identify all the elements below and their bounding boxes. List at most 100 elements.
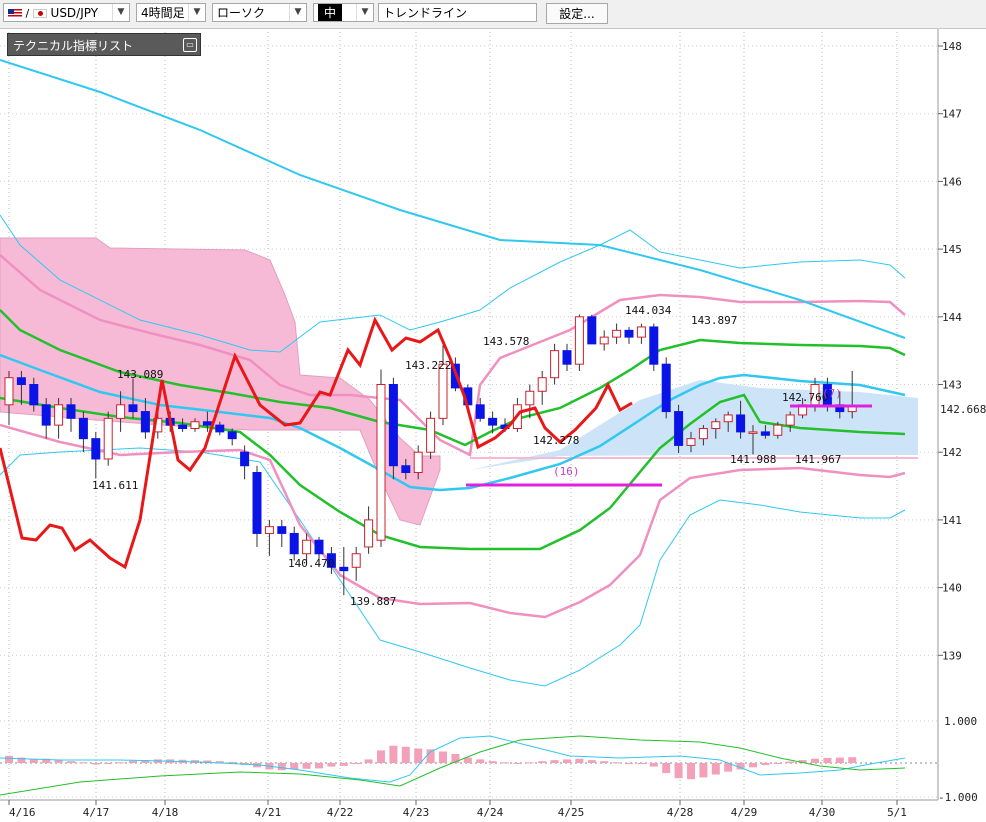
candle-bull: [574, 316, 584, 365]
macd-histogram-bar: [302, 763, 311, 769]
timeframe-select[interactable]: 4時間足 ▼: [136, 3, 206, 22]
macd-histogram-bar: [773, 763, 782, 764]
macd-histogram-bar: [104, 763, 113, 764]
line-width-select[interactable]: 中 ▼: [313, 3, 374, 22]
macd-histogram-bar: [488, 761, 497, 763]
candle-bull: [686, 438, 696, 446]
candle-bull: [426, 417, 436, 453]
macd-histogram-bar: [277, 763, 286, 771]
osc-tick-label: 1.000: [944, 715, 977, 728]
line-width-label: 中: [318, 4, 343, 21]
candle-bear: [649, 326, 659, 365]
symbol-select[interactable]: / USD/JPY ▼: [3, 3, 130, 22]
y-axis: 148 147 146 145 144 143 142 141 140 139 142.668: [937, 28, 986, 800]
macd-histogram-bar: [761, 763, 770, 766]
candle-bear: [29, 384, 39, 406]
x-tick-label: 4/21: [255, 806, 282, 819]
candle-bear: [240, 451, 250, 467]
macd-histogram-bar: [352, 763, 361, 764]
osc-tick-label: -1.000: [938, 791, 978, 804]
macd-histogram-bar: [823, 757, 832, 763]
candle-bear: [178, 424, 188, 430]
cloud-bearish: [0, 237, 441, 526]
drawing-tool-field[interactable]: トレンドライン: [378, 3, 537, 22]
macd-histogram-bar: [129, 760, 137, 763]
cloud-bullish: [470, 380, 918, 470]
candle-bear: [215, 424, 225, 433]
x-tick-label: 4/25: [558, 806, 585, 819]
macd-histogram-bar: [662, 763, 671, 774]
x-tick-label: 4/22: [327, 806, 354, 819]
candle-bull: [116, 404, 126, 419]
restore-icon[interactable]: ▭: [183, 38, 197, 52]
symbol-label: USD/JPY: [50, 6, 99, 20]
price-annotation: 141.967: [795, 453, 841, 466]
candle-bull: [537, 377, 547, 392]
candle-bear: [401, 465, 411, 474]
macd-histogram-bar: [711, 763, 720, 775]
chart-style-select[interactable]: ローソク ▼: [212, 3, 307, 22]
x-tick-label: 4/23: [403, 806, 430, 819]
candle-bull: [698, 428, 708, 440]
candle-bull: [190, 421, 200, 430]
current-price-label: 142.668: [940, 403, 986, 416]
chevron-down-icon: ▼: [188, 4, 205, 21]
price-annotation: (16): [553, 465, 580, 478]
macd-subpane: 1.000 -1.000: [0, 715, 978, 804]
macd-histogram-bar: [54, 760, 63, 763]
candle-bear: [587, 316, 597, 345]
price-annotation: 142.278: [533, 434, 579, 447]
y-tick-label: 140: [942, 582, 962, 595]
x-tick-label: 4/24: [477, 806, 504, 819]
candle-bear: [674, 411, 684, 446]
candle-bear: [289, 532, 299, 555]
macd-histogram-bar: [835, 757, 844, 763]
toolbar: / USD/JPY ▼ 4時間足 ▼ ローソク ▼ 中 ▼ トレンドライン 設定…: [0, 0, 986, 29]
chevron-down-icon: ▼: [356, 4, 373, 21]
macd-histogram-bar: [749, 763, 757, 768]
macd-histogram-bar: [228, 761, 237, 763]
macd-histogram-bar: [5, 755, 13, 763]
candle-bull: [599, 336, 609, 345]
indicator-list-tab[interactable]: テクニカル指標リスト ▭: [7, 33, 201, 56]
candle-bull: [748, 431, 758, 434]
macd-histogram-bar: [587, 760, 596, 763]
candle-bear: [339, 566, 349, 572]
macd-histogram-bar: [674, 763, 683, 779]
candle-bear: [624, 329, 634, 338]
candle-bull: [351, 553, 361, 568]
chart-canvas: 143.089 141.611 140.470 139.887 143.222 143.5…: [0, 28, 986, 819]
candle-bull: [723, 414, 733, 423]
macd-histogram-bar: [29, 759, 38, 763]
candle-bear: [41, 404, 51, 426]
y-tick-label: 142: [942, 446, 962, 459]
macd-histogram-bar: [699, 763, 708, 778]
y-tick-label: 148: [942, 40, 962, 53]
settings-button[interactable]: 設定...: [546, 3, 608, 24]
candle-bull: [525, 390, 535, 406]
price-annotation: 143.578: [483, 335, 529, 348]
macd-histogram-bar: [364, 759, 373, 763]
macd-histogram-bar: [414, 748, 423, 763]
price-annotation: 141.611: [92, 479, 138, 492]
macd-histogram-bar: [327, 763, 336, 767]
macd-histogram-bar: [401, 746, 410, 763]
candle-bear: [78, 417, 88, 440]
macd-histogram-bar: [600, 761, 609, 763]
candle-bull: [636, 326, 646, 338]
x-tick-label: 4/29: [731, 806, 758, 819]
y-tick-label: 141: [942, 514, 962, 527]
macd-histogram-bar: [389, 745, 398, 763]
candle-bull: [413, 451, 423, 474]
candle-bear: [227, 431, 237, 440]
macd-histogram-bar: [563, 759, 571, 763]
price-annotation: 144.034: [625, 304, 672, 317]
indicator-list-label: テクニカル指標リスト: [13, 39, 134, 53]
macd-histogram-bar: [575, 758, 584, 763]
chevron-down-icon: ▼: [289, 4, 306, 21]
candle-bear: [760, 431, 770, 436]
macd-histogram-bar: [476, 759, 485, 763]
y-tick-label: 143: [942, 379, 962, 392]
candle-bear: [277, 526, 287, 534]
macd-histogram-bar: [637, 763, 646, 764]
